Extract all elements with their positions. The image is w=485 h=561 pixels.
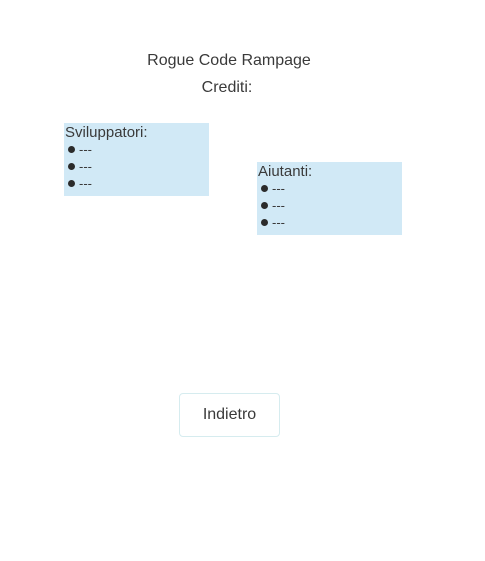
helpers-panel: Aiutanti: --- --- --- bbox=[257, 162, 402, 235]
developer-name: --- bbox=[79, 176, 92, 191]
list-item: --- bbox=[258, 180, 402, 197]
credits-page: Rogue Code Rampage Crediti: Sviluppatori… bbox=[0, 0, 485, 561]
bullet-icon bbox=[68, 163, 75, 170]
bullet-icon bbox=[261, 219, 268, 226]
developers-heading: Sviluppatori: bbox=[65, 124, 148, 141]
helpers-heading: Aiutanti: bbox=[258, 163, 313, 180]
bullet-icon bbox=[68, 146, 75, 153]
bullet-icon bbox=[261, 202, 268, 209]
helper-name: --- bbox=[272, 181, 285, 196]
list-item: --- bbox=[65, 158, 209, 175]
back-button[interactable]: Indietro bbox=[179, 393, 280, 437]
list-item: --- bbox=[258, 197, 402, 214]
developer-name: --- bbox=[79, 142, 92, 157]
helpers-list: --- --- --- bbox=[258, 180, 402, 231]
bullet-icon bbox=[68, 180, 75, 187]
list-item: --- bbox=[65, 141, 209, 158]
developer-name: --- bbox=[79, 159, 92, 174]
bullet-icon bbox=[261, 185, 268, 192]
list-item: --- bbox=[258, 214, 402, 231]
list-item: --- bbox=[65, 175, 209, 192]
developers-list: --- --- --- bbox=[65, 141, 209, 192]
game-title: Rogue Code Rampage bbox=[147, 52, 311, 69]
developers-panel: Sviluppatori: --- --- --- bbox=[64, 123, 209, 196]
helper-name: --- bbox=[272, 198, 285, 213]
credits-heading: Crediti: bbox=[201, 79, 253, 96]
helper-name: --- bbox=[272, 215, 285, 230]
